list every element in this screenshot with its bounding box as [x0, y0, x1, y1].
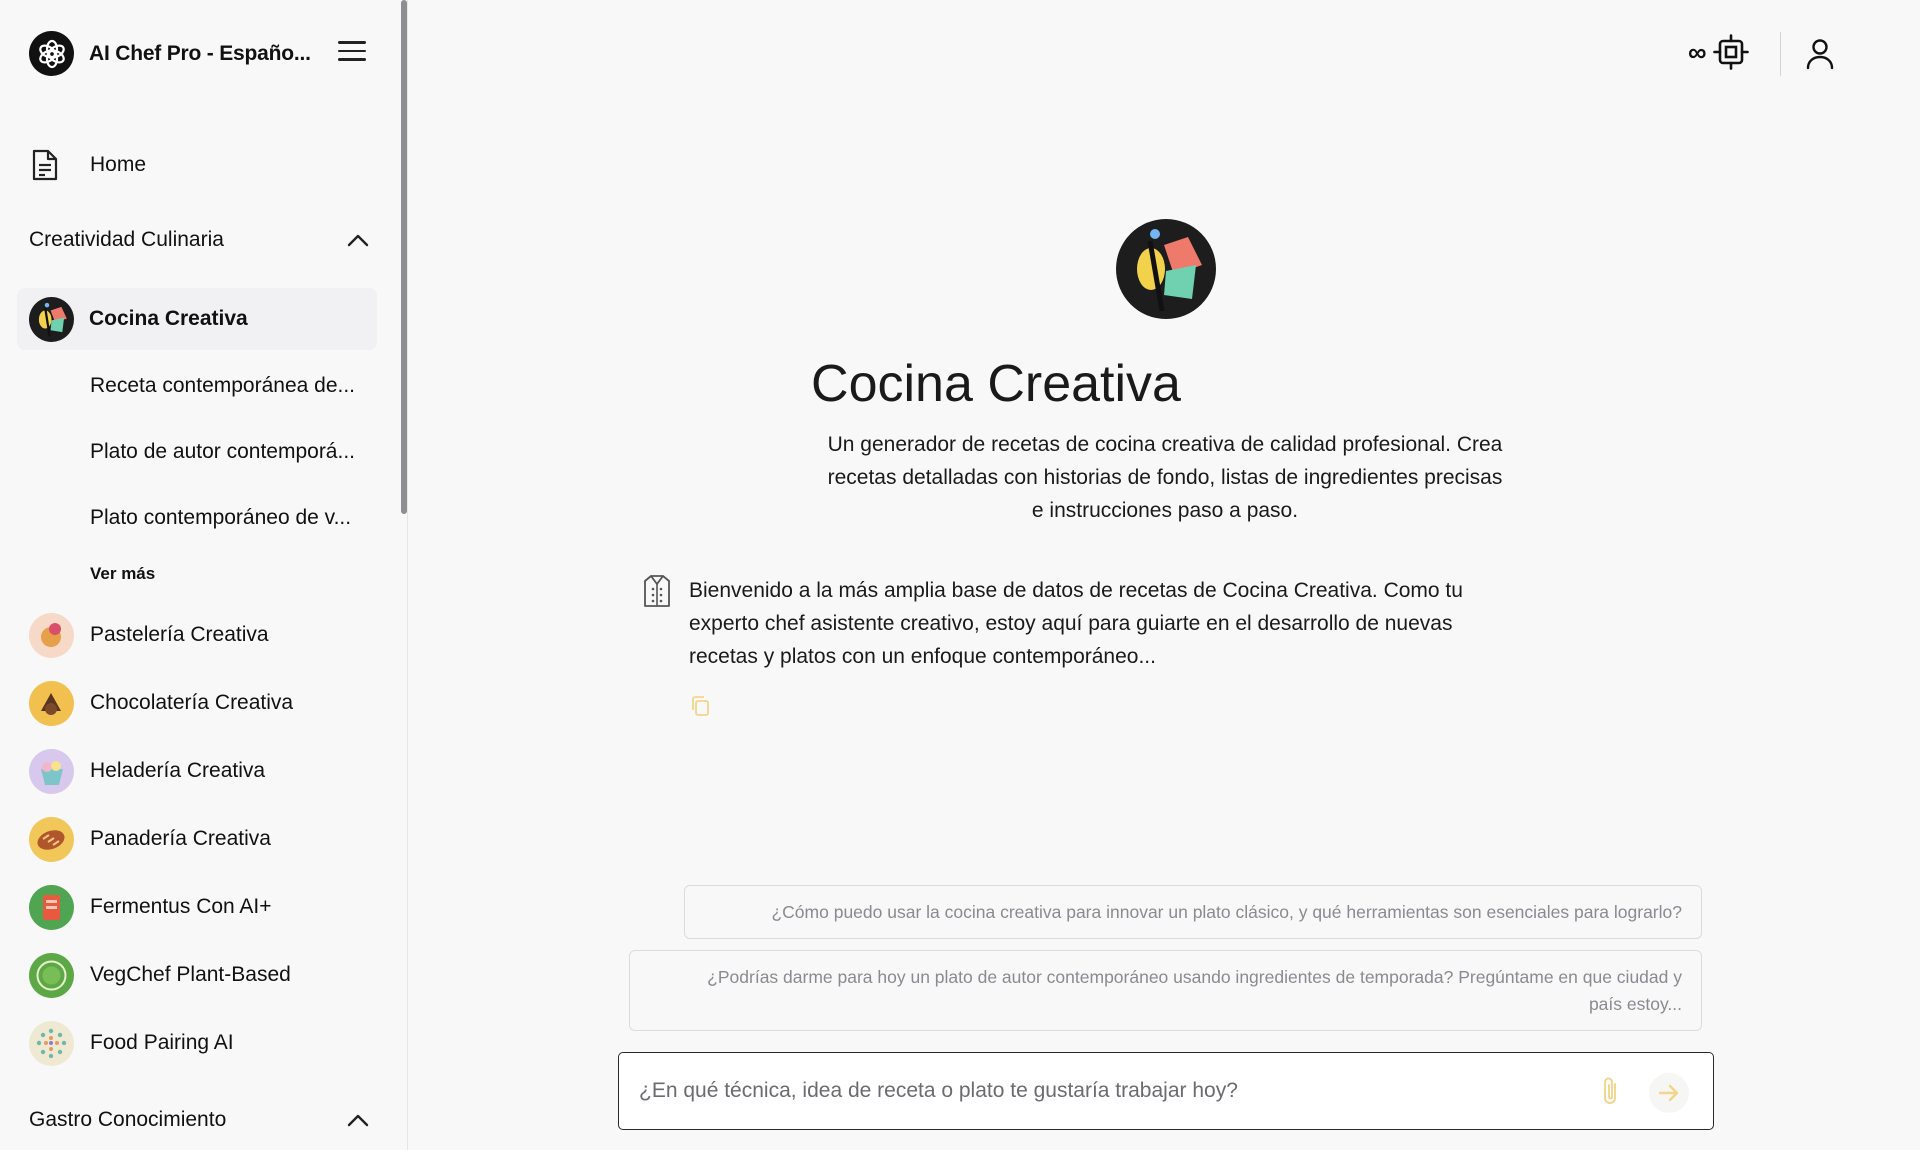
- sidebar-item-food-pairing[interactable]: Food Pairing AI: [29, 1020, 234, 1066]
- page-title-wrapper: Cocina Creativa: [0, 354, 1920, 414]
- suggestion-prompt[interactable]: ¿Podrías darme para hoy un plato de auto…: [629, 950, 1702, 1031]
- plant-based-avatar: [29, 952, 74, 998]
- sidebar-item-label: Pastelería Creativa: [90, 623, 269, 646]
- see-more-link[interactable]: Ver más: [90, 564, 155, 584]
- section-label: Gastro Conocimiento: [29, 1108, 227, 1131]
- bread-avatar: [29, 816, 74, 862]
- sidebar-item-label: Cocina Creativa: [89, 307, 248, 330]
- sidebar-item-label: Fermentus Con AI+: [90, 895, 272, 918]
- section-creatividad-culinaria[interactable]: Creatividad Culinaria: [29, 222, 369, 258]
- chevron-up-icon: [347, 234, 369, 247]
- chef-jacket-icon: [644, 575, 670, 607]
- sidebar-item-label: Chocolatería Creativa: [90, 691, 294, 714]
- section-gastro-conocimiento[interactable]: Gastro Conocimiento: [29, 1102, 369, 1138]
- sidebar-item-label: Home: [90, 153, 147, 176]
- sidebar-item-vegchef[interactable]: VegChef Plant-Based: [29, 952, 291, 998]
- arrow-right-icon: [1658, 1084, 1679, 1102]
- paperclip-icon[interactable]: [1601, 1075, 1621, 1107]
- openai-logo-icon: [29, 31, 74, 76]
- sidebar-item-fermentus[interactable]: Fermentus Con AI+: [29, 884, 272, 930]
- brand: AI Chef Pro - Españo...: [29, 31, 311, 76]
- assistant-description: Un generador de recetas de cocina creati…: [827, 433, 1503, 522]
- cocina-creativa-hero-avatar: [1116, 219, 1216, 319]
- chocolate-avatar: [29, 680, 74, 726]
- chat-input[interactable]: [639, 1073, 1599, 1109]
- sidebar-item-panaderia[interactable]: Panadería Creativa: [29, 816, 271, 862]
- copy-icon[interactable]: [690, 695, 710, 717]
- chat-input-container: [618, 1052, 1714, 1130]
- suggestion-prompt[interactable]: ¿Cómo puedo usar la cocina creativa para…: [684, 885, 1702, 939]
- pastry-avatar: [29, 612, 74, 658]
- top-toolbar: ∞: [1688, 34, 1749, 70]
- document-icon: [32, 149, 58, 181]
- infinity-icon[interactable]: ∞: [1688, 39, 1707, 65]
- processor-chip-icon[interactable]: [1712, 34, 1749, 70]
- sidebar-item-chocolateria[interactable]: Chocolatería Creativa: [29, 680, 293, 726]
- app-title: AI Chef Pro - Españo...: [89, 41, 311, 65]
- sidebar-scrollbar[interactable]: [401, 0, 407, 514]
- menu-icon[interactable]: [338, 41, 366, 61]
- send-button[interactable]: [1649, 1073, 1689, 1113]
- chevron-up-icon: [347, 1114, 369, 1127]
- user-account-icon[interactable]: [1806, 38, 1834, 70]
- section-label: Creatividad Culinaria: [29, 228, 224, 251]
- sidebar-item-home[interactable]: Home: [29, 145, 146, 185]
- fermentus-avatar: [29, 884, 74, 930]
- sidebar: AI Chef Pro - Españo... Home Creatividad…: [0, 0, 408, 1150]
- sidebar-item-heladeria[interactable]: Heladería Creativa: [29, 748, 265, 794]
- sidebar-item-pasteleria[interactable]: Pastelería Creativa: [29, 612, 269, 658]
- recent-chat-item[interactable]: Plato contemporáneo de v...: [90, 506, 375, 530]
- sidebar-item-label: Heladería Creativa: [90, 759, 266, 782]
- sidebar-item-cocina-creativa[interactable]: Cocina Creativa: [17, 288, 377, 350]
- icecream-avatar: [29, 748, 74, 794]
- toolbar-divider: [1780, 32, 1781, 76]
- recent-chat-item[interactable]: Plato de autor contemporá...: [90, 440, 375, 464]
- sidebar-item-label: Panadería Creativa: [90, 827, 271, 850]
- sidebar-item-label: VegChef Plant-Based: [90, 963, 291, 986]
- sidebar-item-label: Food Pairing AI: [90, 1031, 234, 1054]
- food-pairing-avatar: [29, 1020, 74, 1066]
- page-title: Cocina Creativa: [811, 355, 1181, 413]
- cocina-creativa-avatar: [29, 296, 74, 342]
- welcome-message: Bienvenido a la más amplia base de datos…: [689, 579, 1463, 668]
